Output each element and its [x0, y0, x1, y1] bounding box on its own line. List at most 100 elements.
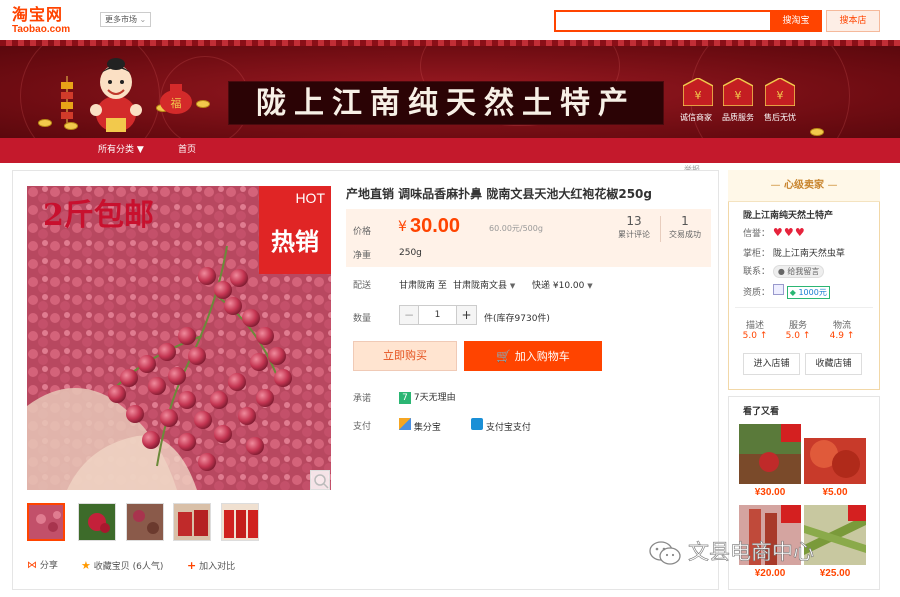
market-select-label: 更多市场 [105, 15, 137, 24]
banner-title-box: 陇上江南纯天然土特产 [228, 81, 664, 125]
arrow-up-icon: ↑ [843, 331, 855, 341]
heart-icon: ♥ [783, 226, 794, 239]
keeper-name[interactable]: 陇上江南天然虫草 [773, 249, 845, 259]
shipping-from: 甘肃陇南 至 [399, 281, 447, 291]
taobao-logo[interactable]: 淘宝网 Taobao.com [12, 6, 90, 38]
plus-icon: + [187, 559, 197, 572]
svg-text:¥: ¥ [735, 89, 742, 102]
search-taobao-button[interactable]: 搜淘宝 [770, 10, 822, 32]
magnifier-icon [314, 474, 329, 489]
stock-text: 件(库存9730件) [484, 314, 550, 324]
thumbnail-5[interactable] [221, 503, 259, 541]
aftersale-badge-icon: ¥ [765, 78, 795, 106]
gold-coin-icon [810, 128, 824, 136]
search-input[interactable] [554, 10, 770, 32]
compare-label: 加入对比 [199, 562, 236, 572]
also-viewed-price-3: ¥20.00 [754, 568, 786, 579]
payment-jifenbao: 集分宝 [399, 418, 441, 433]
shipping-method: 快递 ¥10.00 [532, 281, 585, 291]
also-viewed-title: 看了又看 [743, 407, 780, 417]
mascot-icon [90, 58, 142, 132]
reviews-count: 13 [626, 214, 642, 228]
search-store-button[interactable]: 搜本店 [826, 10, 880, 32]
shield-icon: ◆ [789, 288, 796, 297]
score-label-service: 服务 [788, 321, 807, 331]
also-viewed-image [804, 424, 866, 484]
contact-label: 联系： [743, 267, 771, 277]
gold-coin-icon [64, 122, 78, 130]
quantity-label: 数量 [353, 314, 372, 324]
weight-label: 净重 [353, 251, 372, 261]
promise-7day[interactable]: 7 7天无理由 [399, 390, 456, 404]
badge-label: 品质服务 [722, 113, 754, 122]
market-select[interactable]: 更多市场 ⌄ [100, 12, 152, 27]
thumbnail-image [127, 504, 163, 540]
quantity-input[interactable]: 1 [419, 305, 457, 325]
favorite-store-button[interactable]: 收藏店铺 [805, 353, 862, 375]
shop-banner: 福 陇上江南纯天然土特产 ¥ ¥ ¥ 诚信商家 品质服务 售后无忧 [0, 46, 900, 138]
thumbnail-1[interactable] [27, 503, 65, 541]
favorite-item-button[interactable]: ★ 收藏宝贝 (6人气) [81, 559, 163, 573]
message-icon: ● [777, 267, 785, 276]
shipping-method-select[interactable]: 快递 ¥10.00 ▼ [532, 278, 593, 291]
seven-day-icon: 7 [399, 392, 411, 404]
alipay-icon [471, 418, 483, 430]
credit-row: 信誉： ♥♥♥ [743, 226, 806, 239]
compare-button[interactable]: + 加入对比 [187, 559, 235, 573]
price-value: 30.00 [410, 215, 461, 237]
score-logistics-value: 4.9 [829, 331, 844, 341]
badge-label: 诚信商家 [680, 113, 712, 122]
deposit-text: 1000元 [798, 288, 827, 297]
payment-alipay: 支付宝支付 [471, 418, 531, 433]
logo-en: Taobao.com [12, 24, 71, 35]
enter-store-button[interactable]: 进入店铺 [743, 353, 800, 375]
banner-title: 陇上江南纯天然土特产 [256, 86, 636, 121]
favorite-label: 收藏宝贝 (6人气) [93, 562, 164, 572]
buy-now-button[interactable]: 立即购买 [353, 341, 457, 371]
credit-label: 信誉： [743, 229, 771, 239]
share-button[interactable]: ⋈ 分享 [27, 559, 58, 573]
also-viewed-item-2[interactable] [804, 424, 866, 484]
quantity-decrease-button[interactable]: − [399, 305, 419, 325]
add-to-cart-button[interactable]: 🛒 加入购物车 [464, 341, 602, 371]
hot-tag-cn: 热销 [271, 228, 319, 256]
trades-label: 交易成功 [669, 230, 701, 239]
thumbnail-4[interactable] [173, 503, 211, 541]
thumbnail-3[interactable] [126, 503, 164, 541]
thumbnail-2[interactable] [78, 503, 116, 541]
score-label-logistics: 物流 [832, 321, 851, 331]
divider [735, 307, 873, 308]
share-icon: ⋈ [27, 560, 37, 571]
product-main-image[interactable]: 2斤包邮 HOT 热销 [27, 186, 331, 490]
logo-cn: 淘宝网 [12, 5, 64, 24]
deposit-badge[interactable]: ◆ 1000元 [786, 286, 830, 299]
keeper-row: 掌柜： 陇上江南天然虫草 [743, 246, 845, 259]
heart-icon: ♥ [772, 226, 783, 239]
nav-all-categories[interactable]: 所有分类 ▼ [98, 138, 144, 163]
price-symbol: ¥ [398, 219, 407, 235]
store-name[interactable]: 陇上江南纯天然土特产 [743, 208, 833, 221]
badge-label: 售后无忧 [764, 113, 796, 122]
gold-coin-icon [196, 100, 210, 108]
contact-button[interactable]: ● 给我留言 [772, 265, 825, 278]
also-viewed-item-1[interactable] [739, 424, 801, 484]
contact-row: 联系： ● 给我留言 [743, 264, 825, 278]
chevron-down-icon: ▼ [509, 282, 516, 290]
trades-count: 1 [681, 214, 689, 228]
gold-coin-icon [38, 119, 52, 127]
payment-label: 支付 [353, 422, 372, 432]
add-to-cart-label: 加入购物车 [514, 350, 570, 363]
payment-2-text: 支付宝支付 [485, 423, 531, 433]
quantity-increase-button[interactable]: + [457, 305, 477, 325]
reviews-label: 累计评论 [618, 230, 650, 239]
shipping-destination-select[interactable]: 甘肃陇南文县 ▼ [453, 278, 515, 291]
shipping-label: 配送 [353, 281, 372, 291]
trust-badge-icon: ¥ [683, 78, 713, 106]
contact-text: 给我留言 [787, 267, 820, 276]
score-desc-value: 5.0 [742, 331, 757, 341]
zoom-icon[interactable] [310, 470, 330, 490]
shop-nav-bar: 所有分类 ▼ 首页 [0, 138, 900, 163]
nav-home[interactable]: 首页 [178, 138, 196, 163]
reviews-stat[interactable]: 13 累计评论 [606, 213, 662, 241]
divider: — [827, 180, 838, 191]
